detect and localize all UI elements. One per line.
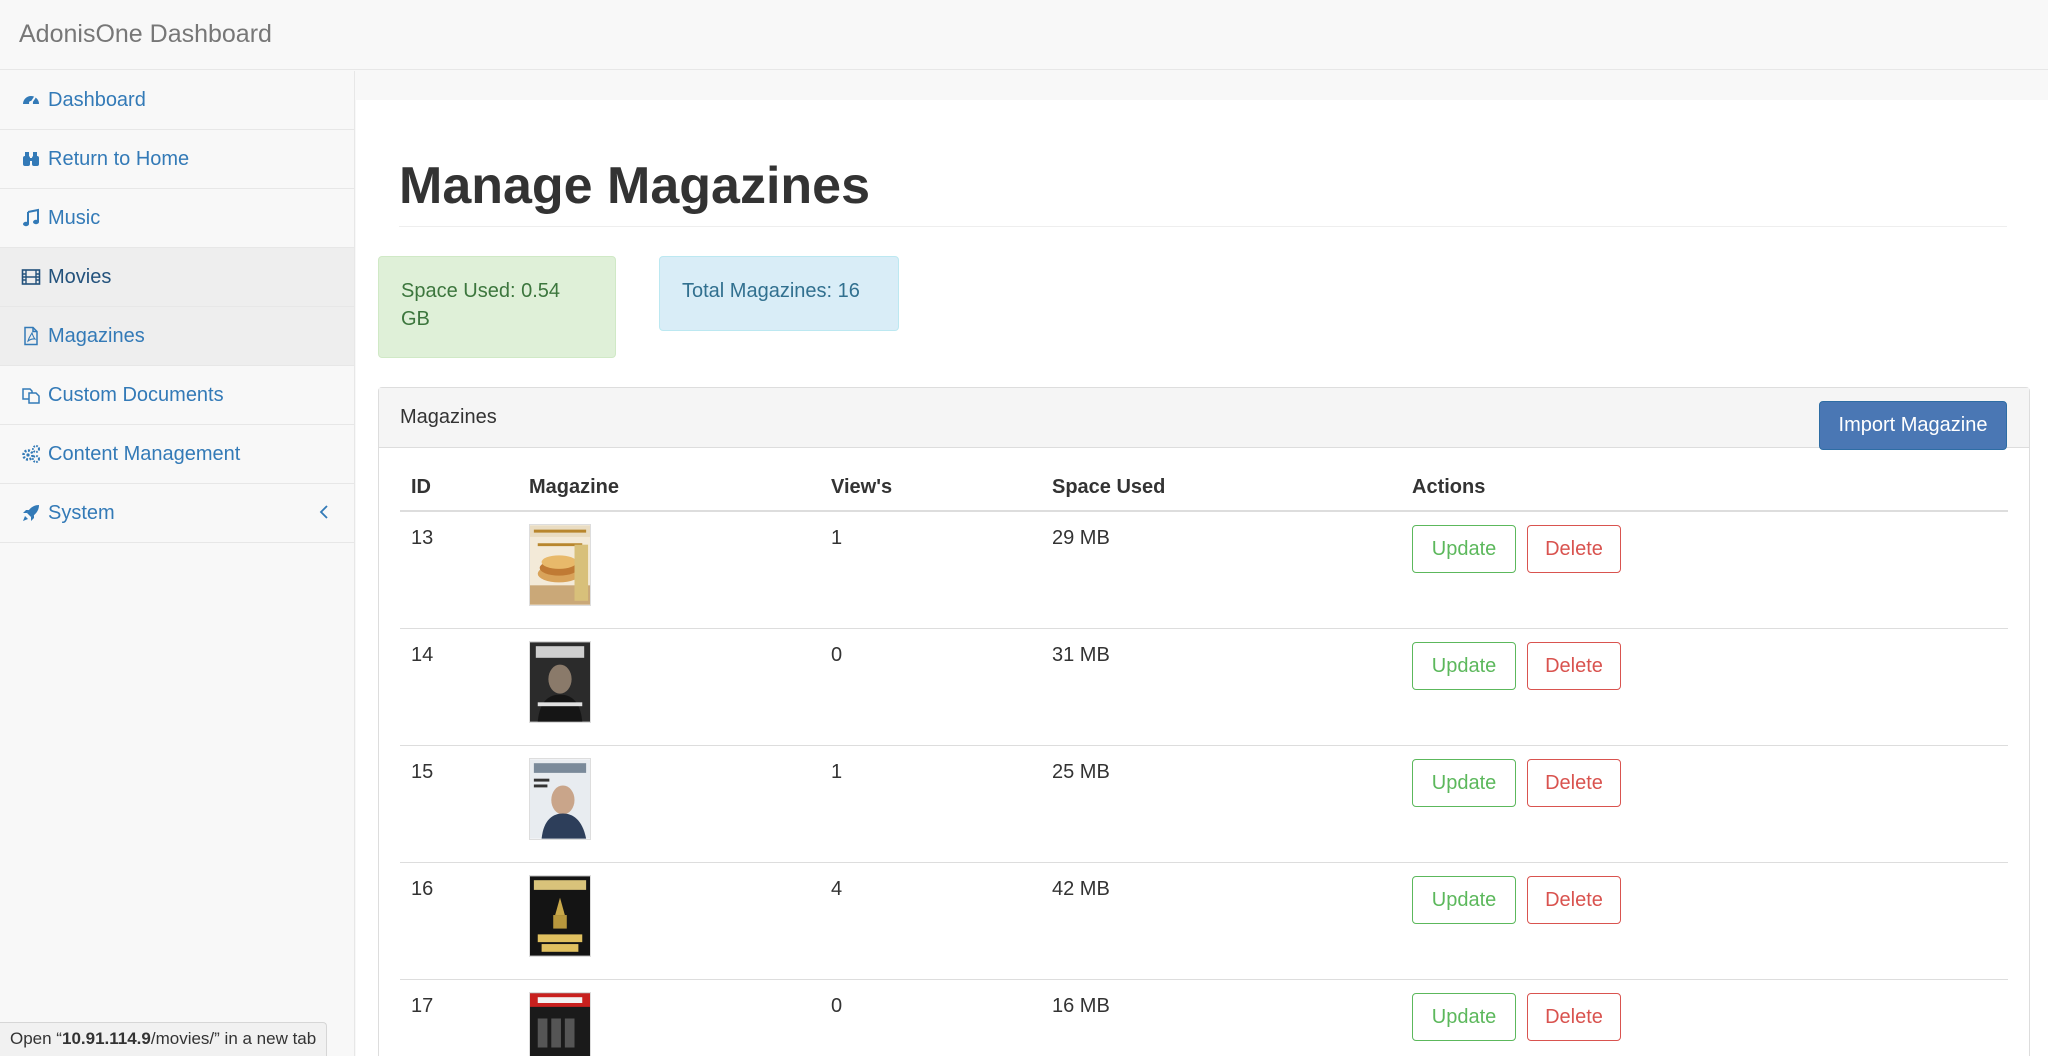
table-row: 17 0 16 MB Update Delete [400, 980, 2008, 1056]
header-id[interactable]: ID [411, 476, 431, 499]
delete-button[interactable]: Delete [1527, 759, 1621, 807]
status-prefix: Open “ [10, 1029, 62, 1048]
dashboard-icon [20, 89, 42, 111]
newsweek-cover [529, 992, 591, 1056]
cell-views: 1 [831, 527, 843, 549]
import-magazine-button[interactable]: Import Magazine [1819, 401, 2007, 450]
sidebar-item-custom-documents[interactable]: Custom Documents [0, 366, 354, 425]
panel-heading: Magazines Import Magazine [379, 388, 2029, 450]
update-button[interactable]: Update [1412, 525, 1516, 573]
magazines-table: ID Magazine View's Space Used Actions 13… [400, 468, 2008, 1056]
top-navbar: AdonisOne Dashboard [0, 0, 2048, 70]
delete-button[interactable]: Delete [1527, 876, 1621, 924]
cell-views: 0 [831, 995, 843, 1017]
cell-space-used: 42 MB [1052, 878, 1110, 900]
status-host: 10.91.114.9 [61, 1029, 151, 1048]
update-button[interactable]: Update [1412, 876, 1516, 924]
rocket-icon [20, 502, 42, 524]
sidebar-item-label: Magazines [48, 324, 145, 347]
page-title: Manage Magazines [399, 157, 871, 215]
header-magazine[interactable]: Magazine [529, 476, 619, 499]
cell-views: 4 [831, 878, 843, 900]
brand-link[interactable]: AdonisOne Dashboard [19, 20, 272, 49]
motor-trend-cover [529, 875, 591, 957]
sidebar-item-content-management[interactable]: Content Management [0, 425, 354, 484]
cell-id: 16 [411, 878, 434, 900]
cell-space-used: 29 MB [1052, 527, 1110, 549]
header-views[interactable]: View's [831, 476, 892, 499]
table-row: 13 1 29 MB Update Delete [400, 512, 2008, 629]
cell-space-used: 25 MB [1052, 761, 1110, 783]
space-used-alert: Space Used: 0.54 GB [378, 256, 616, 358]
copy-files-icon [20, 384, 42, 406]
binoculars-icon [20, 148, 42, 170]
table-header: ID Magazine View's Space Used Actions [400, 468, 2008, 512]
pdf-file-icon [20, 325, 42, 347]
table-row: 15 1 25 MB Update Delete [400, 746, 2008, 863]
panel-title: Magazines [400, 406, 497, 428]
sidebar-item-system[interactable]: System [0, 484, 354, 543]
delete-button[interactable]: Delete [1527, 525, 1621, 573]
sidebar-item-music[interactable]: Music [0, 189, 354, 248]
main-content: Manage Magazines Space Used: 0.54 GB Tot… [356, 100, 2048, 1056]
cell-views: 0 [831, 644, 843, 666]
cell-id: 15 [411, 761, 434, 783]
sidebar-item-label: Custom Documents [48, 383, 224, 406]
update-button[interactable]: Update [1412, 759, 1516, 807]
cell-id: 13 [411, 527, 434, 549]
cell-id: 17 [411, 995, 434, 1017]
sidebar-item-return-home[interactable]: Return to Home [0, 130, 354, 189]
sidebar-item-label: Music [48, 206, 101, 229]
forbes-cover [529, 641, 591, 723]
film-icon [20, 266, 42, 288]
sidebar-item-label: Movies [48, 265, 112, 288]
sidebar-item-dashboard[interactable]: Dashboard [0, 71, 354, 130]
header-space-used[interactable]: Space Used [1052, 476, 1165, 499]
table-row: 16 4 42 MB Update Delete [400, 863, 2008, 980]
magazines-panel: Magazines Import Magazine ID Magazine Vi… [378, 387, 2030, 1056]
update-button[interactable]: Update [1412, 642, 1516, 690]
header-actions: Actions [1412, 476, 1486, 498]
sidebar-item-magazines[interactable]: Magazines [0, 307, 354, 366]
sidebar-item-movies[interactable]: Movies [0, 248, 354, 307]
sidebar-item-label: Dashboard [48, 88, 146, 111]
sidebar-item-label: Return to Home [48, 147, 190, 170]
update-button[interactable]: Update [1412, 993, 1516, 1041]
cell-views: 1 [831, 761, 843, 783]
fortune-cover [529, 758, 591, 840]
status-suffix: /movies/” in a new tab [150, 1029, 317, 1048]
delete-button[interactable]: Delete [1527, 993, 1621, 1041]
cell-space-used: 16 MB [1052, 995, 1110, 1017]
cell-space-used: 31 MB [1052, 644, 1110, 666]
table-row: 14 0 31 MB Update Delete [400, 629, 2008, 746]
sidebar-item-label: Content Management [48, 442, 241, 465]
title-divider [399, 226, 2007, 227]
sidebar-item-label: System [48, 501, 115, 524]
music-note-icon [20, 207, 42, 229]
delete-button[interactable]: Delete [1527, 642, 1621, 690]
total-magazines-alert: Total Magazines: 16 [659, 256, 899, 331]
chevron-left-icon[interactable] [316, 502, 332, 522]
browser-status-bar: Open “10.91.114.9/movies/” in a new tab [0, 1022, 328, 1056]
gears-icon [20, 443, 42, 465]
cell-id: 14 [411, 644, 434, 666]
cooking-light-cover [529, 524, 591, 606]
sidebar: Dashboard Return to Home Music Movies Ma… [0, 71, 355, 1056]
